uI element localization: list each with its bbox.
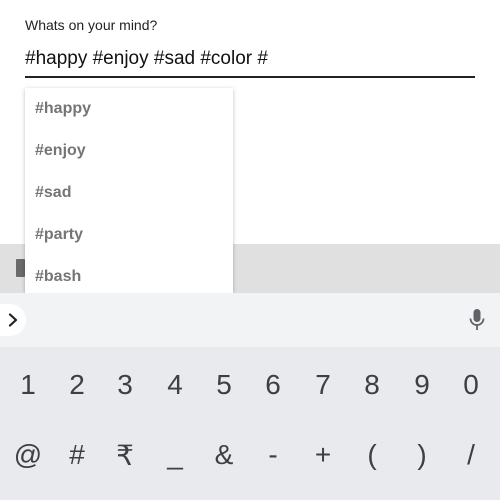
key-2[interactable]: 2 bbox=[53, 358, 101, 412]
key-3[interactable]: 3 bbox=[101, 358, 149, 412]
post-text-input[interactable] bbox=[25, 42, 475, 78]
symbol-key-row: @ # ₹ _ & - + ( ) / bbox=[0, 428, 500, 482]
key-close-paren[interactable]: ) bbox=[398, 428, 446, 482]
keyboard-expand-button[interactable] bbox=[0, 304, 26, 336]
hashtag-suggestion[interactable]: #bash bbox=[25, 256, 233, 293]
hashtag-suggestion-list: #happy #enjoy #sad #party #bash bbox=[25, 88, 233, 293]
key-4[interactable]: 4 bbox=[151, 358, 199, 412]
key-underscore[interactable]: _ bbox=[151, 428, 199, 482]
key-9[interactable]: 9 bbox=[398, 358, 446, 412]
hashtag-suggestion[interactable]: #happy bbox=[25, 88, 233, 130]
key-ampersand[interactable]: & bbox=[200, 428, 248, 482]
key-open-paren[interactable]: ( bbox=[348, 428, 396, 482]
digit-key-row: 1 2 3 4 5 6 7 8 9 0 bbox=[0, 358, 500, 412]
key-0[interactable]: 0 bbox=[447, 358, 495, 412]
microphone-icon bbox=[469, 309, 485, 330]
key-7[interactable]: 7 bbox=[299, 358, 347, 412]
keyboard-toolbar bbox=[0, 293, 500, 347]
post-field-label: Whats on your mind? bbox=[25, 17, 158, 33]
key-8[interactable]: 8 bbox=[348, 358, 396, 412]
soft-keyboard: 1 2 3 4 5 6 7 8 9 0 @ # ₹ _ & - + ( ) / bbox=[0, 293, 500, 500]
key-6[interactable]: 6 bbox=[249, 358, 297, 412]
attachment-icon[interactable] bbox=[16, 259, 25, 277]
key-1[interactable]: 1 bbox=[4, 358, 52, 412]
compose-screen: Whats on your mind? #happy #enjoy #sad #… bbox=[0, 0, 500, 500]
hashtag-suggestion[interactable]: #enjoy bbox=[25, 130, 233, 172]
hashtag-suggestion[interactable]: #sad bbox=[25, 172, 233, 214]
key-slash[interactable]: / bbox=[447, 428, 495, 482]
key-hash[interactable]: # bbox=[53, 428, 101, 482]
key-minus[interactable]: - bbox=[249, 428, 297, 482]
key-at[interactable]: @ bbox=[4, 428, 52, 482]
hashtag-suggestion[interactable]: #party bbox=[25, 214, 233, 256]
chevron-right-icon bbox=[8, 313, 18, 327]
key-plus[interactable]: + bbox=[299, 428, 347, 482]
key-5[interactable]: 5 bbox=[200, 358, 248, 412]
voice-input-button[interactable] bbox=[462, 305, 492, 335]
key-rupee[interactable]: ₹ bbox=[101, 428, 149, 482]
